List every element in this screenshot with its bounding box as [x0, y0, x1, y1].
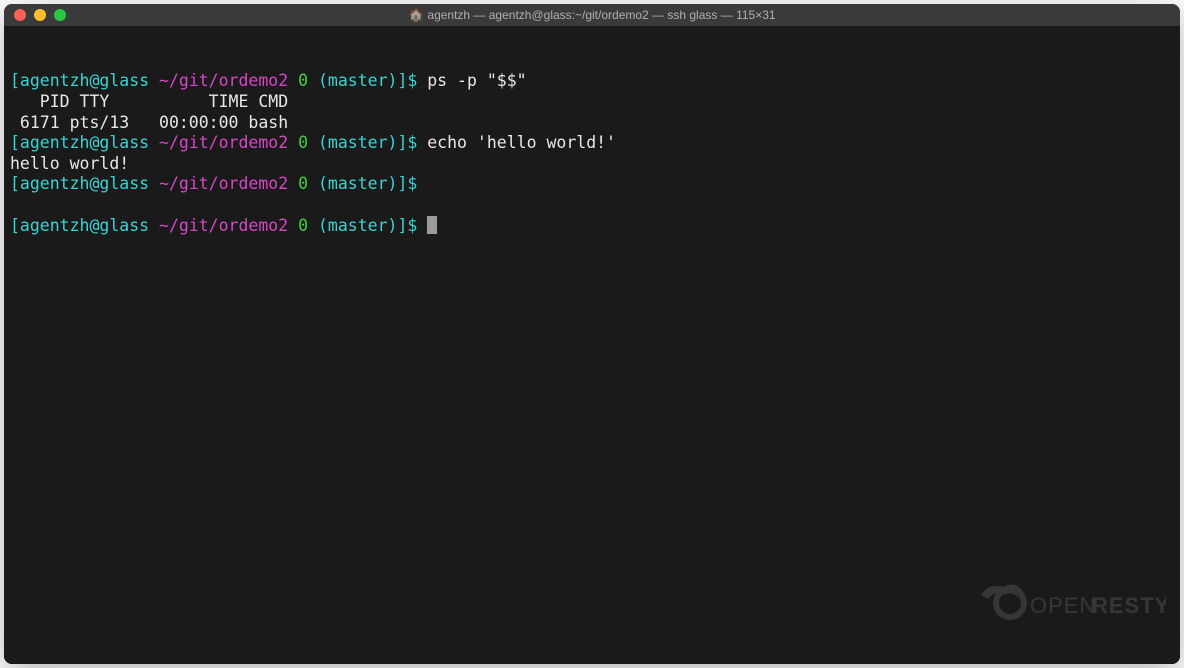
command-text: ps -p "$$"	[427, 71, 526, 90]
output-line: hello world!	[10, 154, 1174, 175]
prompt-path: ~/git/ordemo2	[159, 174, 288, 193]
prompt-path: ~/git/ordemo2	[159, 71, 288, 90]
prompt-branch: (master)]$	[318, 216, 417, 235]
minimize-button[interactable]	[34, 9, 46, 21]
output-line: PID TTY TIME CMD	[10, 92, 1174, 113]
prompt-status: 0	[298, 216, 308, 235]
svg-text:OPEN: OPEN	[1030, 593, 1096, 618]
traffic-lights	[4, 9, 66, 21]
cursor	[427, 216, 437, 234]
prompt-line: [agentzh@glass ~/git/ordemo2 0 (master)]…	[10, 71, 1174, 92]
home-icon: 🏠	[408, 8, 423, 22]
openresty-watermark: OPEN RESTY	[916, 554, 1166, 656]
prompt-line: [agentzh@glass ~/git/ordemo2 0 (master)]…	[10, 174, 1174, 195]
close-button[interactable]	[14, 9, 26, 21]
prompt-path: ~/git/ordemo2	[159, 133, 288, 152]
svg-text:RESTY: RESTY	[1092, 593, 1166, 618]
maximize-button[interactable]	[54, 9, 66, 21]
prompt-user-host: [agentzh@glass	[10, 216, 149, 235]
prompt-branch: (master)]$	[318, 71, 417, 90]
blank-line	[10, 195, 1174, 216]
window-title-text: agentzh — agentzh@glass:~/git/ordemo2 — …	[427, 8, 775, 22]
prompt-user-host: [agentzh@glass	[10, 71, 149, 90]
prompt-line: [agentzh@glass ~/git/ordemo2 0 (master)]…	[10, 133, 1174, 154]
prompt-status: 0	[298, 71, 308, 90]
prompt-branch: (master)]$	[318, 133, 417, 152]
command-text: echo 'hello world!'	[427, 133, 616, 152]
output-line: 6171 pts/13 00:00:00 bash	[10, 113, 1174, 134]
prompt-branch: (master)]$	[318, 174, 417, 193]
prompt-line: [agentzh@glass ~/git/ordemo2 0 (master)]…	[10, 216, 1174, 237]
window-title: 🏠 agentzh — agentzh@glass:~/git/ordemo2 …	[4, 8, 1180, 22]
prompt-path: ~/git/ordemo2	[159, 216, 288, 235]
prompt-user-host: [agentzh@glass	[10, 133, 149, 152]
prompt-status: 0	[298, 174, 308, 193]
prompt-status: 0	[298, 133, 308, 152]
terminal-window: 🏠 agentzh — agentzh@glass:~/git/ordemo2 …	[4, 4, 1180, 664]
prompt-user-host: [agentzh@glass	[10, 174, 149, 193]
terminal-body[interactable]: [agentzh@glass ~/git/ordemo2 0 (master)]…	[4, 26, 1180, 664]
titlebar: 🏠 agentzh — agentzh@glass:~/git/ordemo2 …	[4, 4, 1180, 26]
